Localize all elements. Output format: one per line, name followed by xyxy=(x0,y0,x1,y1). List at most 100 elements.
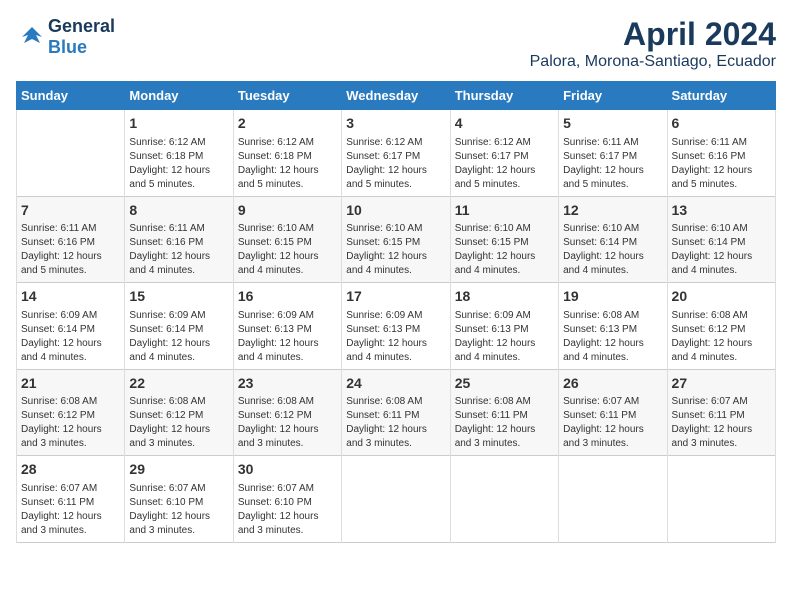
calendar-cell: 17Sunrise: 6:09 AM Sunset: 6:13 PM Dayli… xyxy=(342,283,450,370)
day-number: 9 xyxy=(238,201,337,221)
calendar-week-row: 14Sunrise: 6:09 AM Sunset: 6:14 PM Dayli… xyxy=(17,283,776,370)
calendar-cell: 10Sunrise: 6:10 AM Sunset: 6:15 PM Dayli… xyxy=(342,196,450,283)
day-info: Sunrise: 6:12 AM Sunset: 6:17 PM Dayligh… xyxy=(455,136,554,192)
calendar-cell xyxy=(342,456,450,543)
day-info: Sunrise: 6:11 AM Sunset: 6:16 PM Dayligh… xyxy=(129,222,228,278)
day-info: Sunrise: 6:09 AM Sunset: 6:13 PM Dayligh… xyxy=(346,309,445,365)
day-number: 7 xyxy=(21,201,120,221)
calendar-week-row: 28Sunrise: 6:07 AM Sunset: 6:11 PM Dayli… xyxy=(17,456,776,543)
calendar-cell: 8Sunrise: 6:11 AM Sunset: 6:16 PM Daylig… xyxy=(125,196,233,283)
title-block: April 2024 Palora, Morona-Santiago, Ecua… xyxy=(530,16,776,71)
calendar-cell: 24Sunrise: 6:08 AM Sunset: 6:11 PM Dayli… xyxy=(342,369,450,456)
day-number: 29 xyxy=(129,460,228,480)
calendar-cell xyxy=(450,456,558,543)
calendar-week-row: 1Sunrise: 6:12 AM Sunset: 6:18 PM Daylig… xyxy=(17,110,776,197)
day-number: 4 xyxy=(455,114,554,134)
day-number: 30 xyxy=(238,460,337,480)
day-number: 24 xyxy=(346,374,445,394)
day-number: 20 xyxy=(672,287,771,307)
calendar-cell: 7Sunrise: 6:11 AM Sunset: 6:16 PM Daylig… xyxy=(17,196,125,283)
calendar-title: April 2024 xyxy=(530,16,776,53)
day-info: Sunrise: 6:09 AM Sunset: 6:14 PM Dayligh… xyxy=(129,309,228,365)
calendar-cell: 11Sunrise: 6:10 AM Sunset: 6:15 PM Dayli… xyxy=(450,196,558,283)
day-number: 8 xyxy=(129,201,228,221)
calendar-week-row: 7 Sunrise: 6:11 AM Sunset: 6:16 PM Daylig… xyxy=(17,196,776,283)
calendar-cell: 9Sunrise: 6:10 AM Sunset: 6:15 PM Daylig… xyxy=(233,196,341,283)
calendar-cell: 26Sunrise: 6:07 AM Sunset: 6:11 PM Dayli… xyxy=(559,369,667,456)
day-info: Sunrise: 6:08 AM Sunset: 6:11 PM Dayligh… xyxy=(455,395,554,451)
calendar-cell: 19Sunrise: 6:08 AM Sunset: 6:13 PM Dayli… xyxy=(559,283,667,370)
day-info: Sunrise: 6:12 AM Sunset: 6:18 PM Dayligh… xyxy=(129,136,228,192)
day-info: Sunrise: 6:09 AM Sunset: 6:13 PM Dayligh… xyxy=(455,309,554,365)
page-header: General Blue April 2024 Palora, Morona-S… xyxy=(16,16,776,71)
calendar-cell: 15Sunrise: 6:09 AM Sunset: 6:14 PM Dayli… xyxy=(125,283,233,370)
day-number: 19 xyxy=(563,287,662,307)
day-number: 23 xyxy=(238,374,337,394)
day-info: Sunrise: 6:10 AM Sunset: 6:15 PM Dayligh… xyxy=(346,222,445,278)
calendar-cell xyxy=(667,456,775,543)
day-number: 22 xyxy=(129,374,228,394)
header-friday: Friday xyxy=(559,82,667,110)
day-info: Sunrise: 6:09 AM Sunset: 6:13 PM Dayligh… xyxy=(238,309,337,365)
day-info: Sunrise: 6:08 AM Sunset: 6:13 PM Dayligh… xyxy=(563,309,662,365)
day-number: 26 xyxy=(563,374,662,394)
day-number: 10 xyxy=(346,201,445,221)
header-tuesday: Tuesday xyxy=(233,82,341,110)
day-info: Sunrise: 6:12 AM Sunset: 6:18 PM Dayligh… xyxy=(238,136,337,192)
calendar-cell: 27Sunrise: 6:07 AM Sunset: 6:11 PM Dayli… xyxy=(667,369,775,456)
day-info: Sunrise: 6:07 AM Sunset: 6:11 PM Dayligh… xyxy=(672,395,771,451)
calendar-table: Sunday Monday Tuesday Wednesday Thursday… xyxy=(16,81,776,543)
day-info: Sunrise: 6:08 AM Sunset: 6:12 PM Dayligh… xyxy=(21,395,120,451)
day-number: 14 xyxy=(21,287,120,307)
calendar-cell: 14Sunrise: 6:09 AM Sunset: 6:14 PM Dayli… xyxy=(17,283,125,370)
day-info: Sunrise: 6:10 AM Sunset: 6:15 PM Dayligh… xyxy=(455,222,554,278)
day-number: 13 xyxy=(672,201,771,221)
calendar-cell: 30Sunrise: 6:07 AM Sunset: 6:10 PM Dayli… xyxy=(233,456,341,543)
calendar-cell: 23Sunrise: 6:08 AM Sunset: 6:12 PM Dayli… xyxy=(233,369,341,456)
day-info: Sunrise: 6:07 AM Sunset: 6:11 PM Dayligh… xyxy=(21,482,120,538)
calendar-week-row: 21Sunrise: 6:08 AM Sunset: 6:12 PM Dayli… xyxy=(17,369,776,456)
day-info: Sunrise: 6:08 AM Sunset: 6:11 PM Dayligh… xyxy=(346,395,445,451)
calendar-cell: 12Sunrise: 6:10 AM Sunset: 6:14 PM Dayli… xyxy=(559,196,667,283)
day-number: 12 xyxy=(563,201,662,221)
day-info: Sunrise: 6:10 AM Sunset: 6:14 PM Dayligh… xyxy=(563,222,662,278)
calendar-cell: 25Sunrise: 6:08 AM Sunset: 6:11 PM Dayli… xyxy=(450,369,558,456)
day-number: 6 xyxy=(672,114,771,134)
calendar-cell: 2Sunrise: 6:12 AM Sunset: 6:18 PM Daylig… xyxy=(233,110,341,197)
header-thursday: Thursday xyxy=(450,82,558,110)
day-info: Sunrise: 6:08 AM Sunset: 6:12 PM Dayligh… xyxy=(672,309,771,365)
day-number: 27 xyxy=(672,374,771,394)
day-info: Sunrise: 6:08 AM Sunset: 6:12 PM Dayligh… xyxy=(238,395,337,451)
calendar-cell: 13Sunrise: 6:10 AM Sunset: 6:14 PM Dayli… xyxy=(667,196,775,283)
calendar-cell xyxy=(559,456,667,543)
calendar-cell: 3Sunrise: 6:12 AM Sunset: 6:17 PM Daylig… xyxy=(342,110,450,197)
day-number: 1 xyxy=(129,114,228,134)
day-number: 16 xyxy=(238,287,337,307)
header-wednesday: Wednesday xyxy=(342,82,450,110)
day-info: Sunrise: 6:07 AM Sunset: 6:10 PM Dayligh… xyxy=(238,482,337,538)
calendar-cell: 5Sunrise: 6:11 AM Sunset: 6:17 PM Daylig… xyxy=(559,110,667,197)
calendar-subtitle: Palora, Morona-Santiago, Ecuador xyxy=(530,53,776,71)
day-info: Sunrise: 6:08 AM Sunset: 6:12 PM Dayligh… xyxy=(129,395,228,451)
calendar-cell: 6Sunrise: 6:11 AM Sunset: 6:16 PM Daylig… xyxy=(667,110,775,197)
calendar-cell: 18Sunrise: 6:09 AM Sunset: 6:13 PM Dayli… xyxy=(450,283,558,370)
day-info: Sunrise: 6:09 AM Sunset: 6:14 PM Dayligh… xyxy=(21,309,120,365)
calendar-cell: 28Sunrise: 6:07 AM Sunset: 6:11 PM Dayli… xyxy=(17,456,125,543)
header-monday: Monday xyxy=(125,82,233,110)
day-number: 11 xyxy=(455,201,554,221)
calendar-cell: 22Sunrise: 6:08 AM Sunset: 6:12 PM Dayli… xyxy=(125,369,233,456)
day-info: Sunrise: 6:10 AM Sunset: 6:14 PM Dayligh… xyxy=(672,222,771,278)
day-number: 28 xyxy=(21,460,120,480)
day-number: 5 xyxy=(563,114,662,134)
day-info: Sunrise: 6:11 AM Sunset: 6:17 PM Dayligh… xyxy=(563,136,662,192)
day-number: 25 xyxy=(455,374,554,394)
logo-bird-icon xyxy=(18,23,46,51)
day-info: Sunrise: 6:07 AM Sunset: 6:10 PM Dayligh… xyxy=(129,482,228,538)
header-saturday: Saturday xyxy=(667,82,775,110)
calendar-cell: 29Sunrise: 6:07 AM Sunset: 6:10 PM Dayli… xyxy=(125,456,233,543)
day-info: Sunrise: 6:12 AM Sunset: 6:17 PM Dayligh… xyxy=(346,136,445,192)
calendar-cell: 4Sunrise: 6:12 AM Sunset: 6:17 PM Daylig… xyxy=(450,110,558,197)
day-number: 2 xyxy=(238,114,337,134)
logo: General Blue xyxy=(16,16,115,58)
calendar-cell: 21Sunrise: 6:08 AM Sunset: 6:12 PM Dayli… xyxy=(17,369,125,456)
